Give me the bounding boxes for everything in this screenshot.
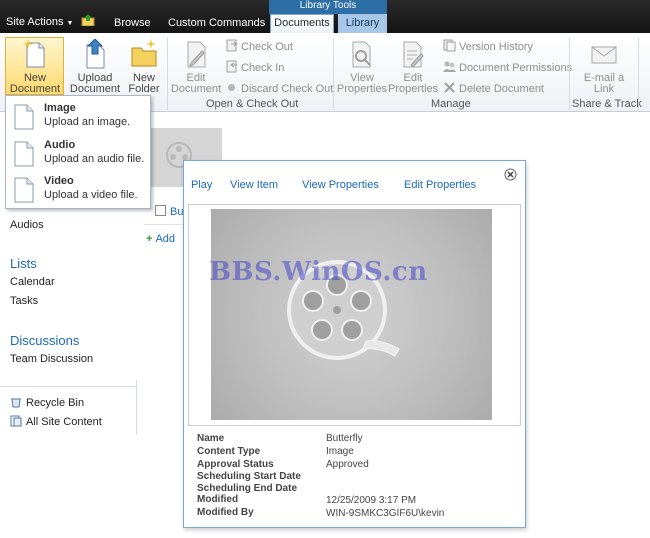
nav-heading-lists[interactable]: Lists xyxy=(10,256,37,271)
field-label-name: Name xyxy=(197,433,225,444)
site-actions-label: Site Actions xyxy=(6,16,64,28)
ribbon-divider xyxy=(333,38,334,110)
nav-item-team-discussion[interactable]: Team Discussion xyxy=(10,353,93,365)
watermark: BBS.WinOS.cn xyxy=(209,257,428,287)
nav-item-recycle-bin[interactable]: Recycle Bin xyxy=(10,396,84,409)
email-link-button[interactable]: E-mail a Link xyxy=(576,39,632,95)
library-tools-context-label: Library Tools xyxy=(269,0,387,14)
nav-item-all-site-content[interactable]: All Site Content xyxy=(10,415,102,428)
check-out-button[interactable]: Check Out xyxy=(225,39,293,53)
document-icon xyxy=(14,141,34,167)
upload-document-icon xyxy=(86,39,105,69)
new-document-menu: Image Upload an image. Audio Upload an a… xyxy=(5,95,151,209)
check-in-icon xyxy=(226,60,237,73)
ribbon-divider xyxy=(638,38,639,110)
document-icon xyxy=(14,104,34,130)
site-actions-menu[interactable]: Site Actions ▼ xyxy=(6,16,73,28)
item-checkbox[interactable] xyxy=(155,205,166,216)
field-value-modified-by[interactable]: WIN-9SMKC3GIF6U\kevin xyxy=(326,508,444,519)
group-manage-label: Manage xyxy=(431,98,471,110)
permissions-icon xyxy=(443,61,456,72)
field-value-modified: 12/25/2009 3:17 PM xyxy=(326,495,417,506)
check-in-button[interactable]: Check In xyxy=(225,60,284,74)
delete-document-button[interactable]: Delete Document xyxy=(443,81,544,95)
close-icon[interactable] xyxy=(504,168,517,181)
plus-icon: + xyxy=(146,233,153,245)
chevron-down-icon: ▼ xyxy=(66,20,74,27)
new-folder-icon xyxy=(131,39,157,67)
nav-item-calendar[interactable]: Calendar xyxy=(10,276,55,288)
nav-item-audios[interactable]: Audios xyxy=(10,219,44,231)
field-label-scheduling-start: Scheduling Start Date xyxy=(197,471,301,482)
field-label-approval-status: Approval Status xyxy=(197,459,274,470)
tab-custom-commands[interactable]: Custom Commands xyxy=(168,17,265,29)
site-content-icon xyxy=(10,415,22,427)
item-name-link[interactable]: Bu xyxy=(170,206,183,218)
ribbon-divider xyxy=(167,38,168,110)
nav-divider xyxy=(136,380,137,435)
view-item-link[interactable]: View Item xyxy=(230,179,278,191)
edit-document-button[interactable]: Edit Document xyxy=(170,39,222,95)
edit-document-icon xyxy=(187,41,206,68)
media-preview[interactable] xyxy=(211,209,492,420)
edit-properties-link[interactable]: Edit Properties xyxy=(404,179,476,191)
field-label-content-type: Content Type xyxy=(197,446,261,457)
discard-icon xyxy=(228,84,235,91)
group-open-check-out-label: Open & Check Out xyxy=(206,98,299,110)
nav-item-tasks[interactable]: Tasks xyxy=(10,295,38,307)
tab-documents[interactable]: Documents xyxy=(270,14,334,33)
field-label-modified: Modified xyxy=(197,494,239,505)
film-reel-icon xyxy=(287,260,400,360)
discard-check-out-button[interactable]: Discard Check Out xyxy=(225,81,333,95)
item-callout: Play View Item View Properties Edit Prop… xyxy=(183,160,526,528)
menu-item-image[interactable]: Image Upload an image. xyxy=(14,102,148,136)
field-label-scheduling-end: Scheduling End Date xyxy=(197,483,298,494)
new-folder-button[interactable]: New Folder xyxy=(126,39,162,95)
field-value-approval-status: Approved xyxy=(326,459,369,470)
play-link[interactable]: Play xyxy=(191,179,212,191)
menu-item-audio[interactable]: Audio Upload an audio file. xyxy=(14,139,148,173)
nav-divider xyxy=(0,386,137,387)
group-share-track-label: Share & Track xyxy=(572,98,642,110)
tab-browse[interactable]: Browse xyxy=(114,17,151,29)
nav-heading-discussions[interactable]: Discussions xyxy=(10,333,79,348)
field-label-modified-by: Modified By xyxy=(197,507,254,518)
view-properties-button[interactable]: View Properties xyxy=(336,39,388,95)
recycle-bin-icon xyxy=(11,398,21,408)
field-value-content-type: Image xyxy=(326,446,354,457)
menu-item-video[interactable]: Video Upload a video file. xyxy=(14,175,148,209)
edit-properties-icon xyxy=(403,41,424,68)
document-icon xyxy=(14,177,34,203)
version-history-icon xyxy=(443,39,456,52)
divider xyxy=(144,224,184,225)
version-history-button[interactable]: Version History xyxy=(443,39,533,53)
tab-library[interactable]: Library xyxy=(338,14,387,33)
ribbon-divider xyxy=(569,38,570,110)
navigate-up-icon[interactable] xyxy=(81,14,95,26)
document-permissions-button[interactable]: Document Permissions xyxy=(443,60,572,74)
edit-properties-button[interactable]: Edit Properties xyxy=(388,39,438,95)
add-new-item-link[interactable]: + Add xyxy=(146,233,175,245)
check-out-icon xyxy=(226,39,238,52)
view-properties-icon xyxy=(352,41,371,68)
new-document-icon xyxy=(23,39,45,68)
view-properties-link[interactable]: View Properties xyxy=(302,179,379,191)
email-icon xyxy=(591,46,617,64)
delete-icon xyxy=(444,82,455,93)
field-value-name: Butterfly xyxy=(326,433,363,444)
